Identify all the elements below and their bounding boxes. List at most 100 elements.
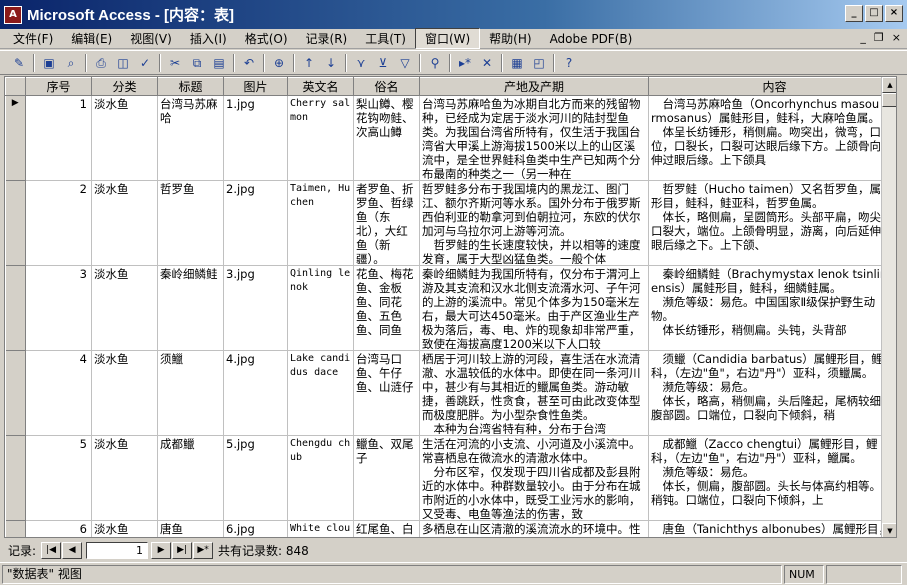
cell-id[interactable]: 6 [25,520,92,537]
current-record-field[interactable]: 1 [86,541,149,559]
first-record-button[interactable]: |◀ [41,541,62,559]
cell-category[interactable]: 淡水鱼 [91,435,158,521]
table-row[interactable]: ▶ 1 淡水鱼 台湾马苏麻哈 1.jpg Cherry salmon 梨山鳟、樱花钩吻鲑、次… [5,95,896,181]
cell-id[interactable]: 4 [25,350,92,436]
print-preview-icon[interactable]: ◫ [114,54,132,72]
menu-item-3[interactable]: 插入(I) [181,29,236,48]
hyperlink-icon[interactable]: ⊕ [270,54,288,72]
menu-item-7[interactable]: 窗口(W) [414,28,481,49]
cell-id[interactable]: 2 [25,180,92,266]
menu-item-4[interactable]: 格式(O) [236,29,297,48]
menu-item-9[interactable]: Adobe PDF(B) [541,31,642,47]
cell-common[interactable]: 鱲鱼、双尾子 [353,435,420,521]
datasheet-grid[interactable]: 序号 分类 标题 图片 英文名 俗名 产地及产期 内容 ▶ 1 淡水鱼 台湾马苏麻哈 1.jpg Che… [4,76,897,538]
cell-title[interactable]: 哲罗鱼 [157,180,224,266]
cell-english[interactable]: White cloud [287,520,354,537]
column-header[interactable]: 标题 [157,77,224,96]
cell-image[interactable]: 2.jpg [223,180,288,266]
cell-title[interactable]: 须鱲 [157,350,224,436]
last-record-button[interactable]: ▶| [172,541,193,559]
table-row[interactable]: 4 淡水鱼 须鱲 4.jpg Lake candidus dace 台湾马口鱼、午仔鱼、山… [5,350,896,436]
cell-origin[interactable]: 多栖息在山区清澈的溪流流水的环境中。性活泼，温和，易分布于平地带，尚能耐 [419,520,649,537]
search-file-icon[interactable]: ⌕ [62,54,80,72]
cell-origin[interactable]: 秦岭细鳞鲑为我国所特有，仅分布于渭河上游及其支流和汉水北侧支流湑水河、子午河的上… [419,265,649,351]
cell-title[interactable]: 台湾马苏麻哈 [157,95,224,181]
new-object-icon[interactable]: ◰ [530,54,548,72]
copy-icon[interactable]: ⧉ [188,54,206,72]
cell-common[interactable]: 红尾鱼、白云金丝鱼、 [353,520,420,537]
cell-common[interactable]: 者罗鱼、折罗鱼、哲绿鱼（东北），大红鱼（新疆）。 [353,180,420,266]
cell-image[interactable]: 4.jpg [223,350,288,436]
row-selector[interactable]: ▶ [5,95,26,181]
cut-icon[interactable]: ✂ [166,54,184,72]
cell-content[interactable]: 唐鱼（Tanichthys albonubes）属鲤形目，鲤科，（左边"鱼"，右… [648,520,896,537]
scroll-thumb[interactable] [882,93,896,107]
cell-english[interactable]: Chengdu chub [287,435,354,521]
scroll-up-button[interactable]: ▲ [882,77,896,93]
menu-item-0[interactable]: 文件(F) [4,29,62,48]
cell-content[interactable]: 秦岭细鳞鲑（Brachymystax lenok tsinlingensis）属… [648,265,896,351]
maximize-button[interactable]: □ [865,5,883,22]
cell-common[interactable]: 梨山鳟、樱花钩吻鲑、次高山鳟 [353,95,420,181]
cell-english[interactable]: Lake candidus dace [287,350,354,436]
cell-id[interactable]: 5 [25,435,92,521]
cell-content[interactable]: 台湾马苏麻哈鱼（Oncorhynchus masou formosanus）属鲑… [648,95,896,181]
cell-category[interactable]: 淡水鱼 [91,265,158,351]
doc-minimize-icon[interactable]: _ [860,31,866,44]
row-selector[interactable] [5,520,26,537]
table-row[interactable]: 3 淡水鱼 秦岭细鳞鲑 3.jpg Qinling lenok 花鱼、梅花鱼、金板鱼、同花… [5,265,896,351]
cell-common[interactable]: 台湾马口鱼、午仔鱼、山涟仔 [353,350,420,436]
find-icon[interactable]: ⚲ [426,54,444,72]
cell-category[interactable]: 淡水鱼 [91,180,158,266]
new-record-icon[interactable]: ▸* [456,54,474,72]
cell-category[interactable]: 淡水鱼 [91,350,158,436]
cell-english[interactable]: Cherry salmon [287,95,354,181]
cell-image[interactable]: 6.jpg [223,520,288,537]
table-row[interactable]: 6 淡水鱼 唐鱼 6.jpg White cloud 红尾鱼、白云金丝鱼、多栖息在山区清澈… [5,520,896,537]
vertical-scrollbar[interactable]: ▲ ▼ [881,77,896,537]
cell-origin[interactable]: 生活在河流的小支流、小河道及小溪流中。常喜栖息在微流水的清澈水体中。 分布区窄，… [419,435,649,521]
filter-by-form-icon[interactable]: ⊻ [374,54,392,72]
doc-close-icon[interactable]: × [892,31,901,44]
view-icon[interactable]: ✎ [10,54,28,72]
row-selector[interactable] [5,350,26,436]
undo-icon[interactable]: ↶ [240,54,258,72]
cell-title[interactable]: 成都鱲 [157,435,224,521]
cell-id[interactable]: 1 [25,95,92,181]
new-record-button[interactable]: ▶* [193,541,214,559]
menu-item-2[interactable]: 视图(V) [121,29,181,48]
column-header[interactable]: 英文名 [287,77,354,96]
menu-item-5[interactable]: 记录(R) [297,29,357,48]
column-header[interactable]: 内容 [648,77,896,96]
close-button[interactable]: × [885,5,903,22]
save-icon[interactable]: ▣ [40,54,58,72]
column-header[interactable]: 图片 [223,77,288,96]
cell-category[interactable]: 淡水鱼 [91,95,158,181]
cell-english[interactable]: Taimen, Huchen [287,180,354,266]
cell-origin[interactable]: 台湾马苏麻哈鱼为冰期自北方而来的残留物种，已经成为定居于淡水河川的陆封型鱼类。为… [419,95,649,181]
access-app-icon[interactable]: A [4,5,22,24]
previous-record-button[interactable]: ◀ [62,541,83,559]
table-row[interactable]: 2 淡水鱼 哲罗鱼 2.jpg Taimen, Huchen 者罗鱼、折罗鱼、哲绿鱼（东北… [5,180,896,266]
cell-title[interactable]: 唐鱼 [157,520,224,537]
row-selector-header[interactable] [5,77,26,96]
minimize-button[interactable]: _ [845,5,863,22]
menu-item-6[interactable]: 工具(T) [356,29,415,48]
column-header[interactable]: 产地及产期 [419,77,649,96]
scroll-down-button[interactable]: ▼ [882,523,896,537]
cell-origin[interactable]: 栖居于河川较上游的河段，喜生活在水流清澈、水温较低的水体中。即使在同一条河川中，… [419,350,649,436]
row-selector[interactable] [5,180,26,266]
row-selector[interactable] [5,435,26,521]
cell-image[interactable]: 1.jpg [223,95,288,181]
cell-content[interactable]: 须鱲（Candidia barbatus）属鲤形目，鲤科，（左边"鱼"，右边"丹… [648,350,896,436]
row-selector[interactable] [5,265,26,351]
paste-icon[interactable]: ▤ [210,54,228,72]
doc-restore-icon[interactable]: ❐ [874,31,884,44]
cell-english[interactable]: Qinling lenok [287,265,354,351]
menu-item-1[interactable]: 编辑(E) [62,29,121,48]
cell-image[interactable]: 5.jpg [223,435,288,521]
cell-origin[interactable]: 哲罗鲑多分布于我国境内的黑龙江、图门江、额尔齐斯河等水系。国外分布于俄罗斯西伯利… [419,180,649,266]
column-header[interactable]: 俗名 [353,77,420,96]
apply-filter-icon[interactable]: ▽ [396,54,414,72]
menu-item-8[interactable]: 帮助(H) [480,29,540,48]
